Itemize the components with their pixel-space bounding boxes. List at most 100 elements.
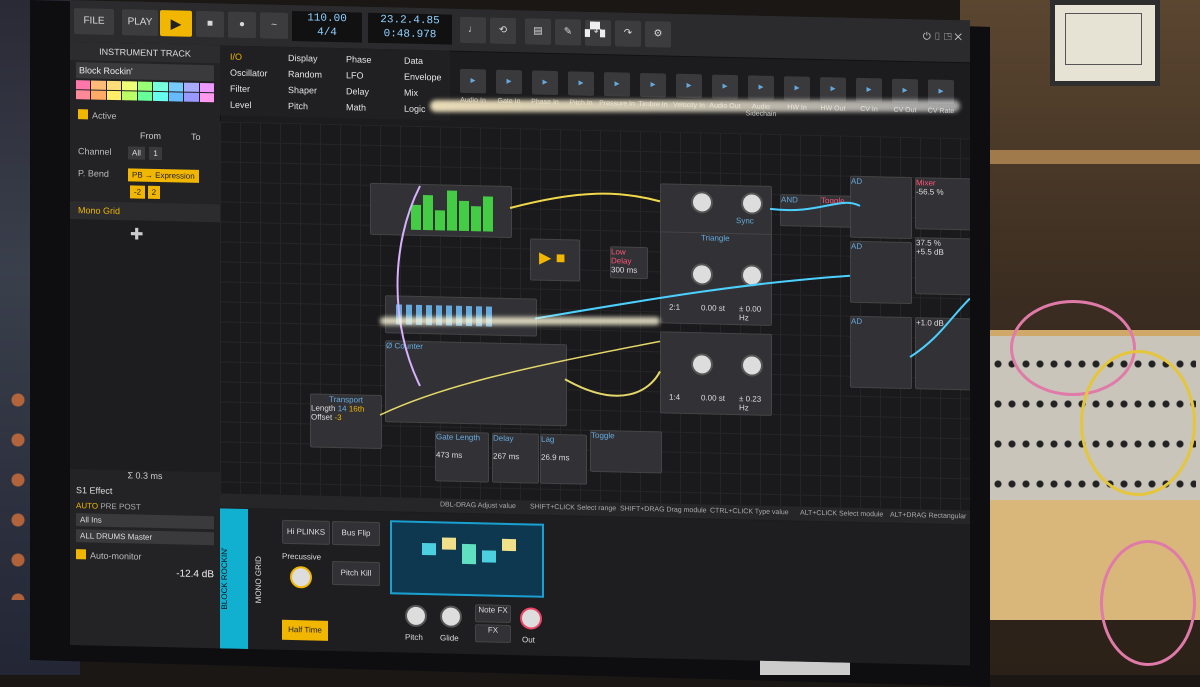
color-swatch[interactable]	[199, 82, 214, 93]
color-swatch[interactable]	[122, 81, 137, 91]
category-tab[interactable]: Logic	[404, 104, 426, 114]
io-module-button[interactable]: ▸	[784, 76, 810, 101]
track-name-field[interactable]: Block Rockin'	[76, 62, 214, 82]
checkbox-icon[interactable]	[78, 108, 88, 120]
effect-track-label: S1 Effect	[76, 485, 113, 496]
auto-monitor-label: Auto-monitor	[90, 550, 142, 562]
io-module-button[interactable]: ▸	[712, 74, 738, 100]
pitch-bend-mapping[interactable]: PB → Expression	[128, 168, 199, 183]
inspector-panel: INSTRUMENT TRACK Block Rockin' Active Fr…	[70, 42, 221, 649]
io-module-button[interactable]: ▸	[460, 68, 486, 94]
patch-grid-canvas[interactable]: ▶ ■ Low Delay 300 ms Sync Triangle 2:1 0.00…	[220, 121, 970, 511]
color-swatch[interactable]	[184, 82, 199, 92]
redo-icon[interactable]: ↷	[615, 20, 641, 47]
loop-icon[interactable]: ⟲	[490, 17, 516, 45]
color-palette[interactable]	[76, 80, 214, 103]
light-reflection	[380, 317, 660, 325]
time-position: 0:48.978	[383, 28, 437, 42]
glide-knob[interactable]	[440, 605, 462, 628]
window-controls-icon[interactable]: ⏻ ▯ ◳ ✕	[923, 31, 962, 43]
color-swatch[interactable]	[199, 92, 214, 103]
record-icon[interactable]: ●	[228, 11, 256, 39]
pitch-kill-button[interactable]: Pitch Kill	[332, 560, 380, 587]
color-swatch[interactable]	[168, 92, 184, 102]
tab-post[interactable]: POST	[119, 502, 141, 511]
category-tab[interactable]: Data	[404, 56, 423, 66]
bitwig-logo-icon: ▞▚	[585, 21, 605, 38]
io-module-button[interactable]: ▸	[676, 73, 702, 99]
category-tab[interactable]: LFO	[346, 70, 364, 80]
category-tab[interactable]: I/O	[230, 52, 242, 62]
pitch-knob[interactable]	[405, 604, 427, 628]
out-label: Out	[522, 635, 535, 645]
output-select[interactable]: ALL DRUMS Master	[76, 529, 214, 546]
add-device-icon[interactable]: ✚	[130, 224, 143, 244]
category-tab[interactable]: Oscillator	[230, 68, 268, 79]
note-fx-button[interactable]: Note FX	[475, 604, 511, 624]
color-swatch[interactable]	[153, 91, 168, 102]
io-module-button[interactable]: ▸	[532, 70, 558, 96]
stop-icon[interactable]: ■	[196, 10, 224, 38]
out-knob[interactable]	[520, 607, 542, 630]
precussive-knob[interactable]	[290, 565, 312, 589]
fx-button[interactable]: FX	[475, 624, 511, 644]
color-swatch[interactable]	[76, 90, 91, 100]
arrange-icon[interactable]: ▤	[525, 18, 551, 45]
half-time-button[interactable]: Half Time	[282, 619, 328, 641]
input-select[interactable]: All Ins	[76, 513, 214, 530]
category-tab[interactable]: Phase	[346, 54, 372, 65]
io-module-button[interactable]: ▸	[568, 71, 594, 96]
category-tab[interactable]: Shaper	[288, 85, 317, 96]
volume-readout: -12.4 dB	[176, 568, 214, 581]
tempo-display[interactable]: 110.00 4/4	[292, 11, 362, 43]
tab-pre[interactable]: PRE	[100, 502, 116, 511]
pitch-bend-min[interactable]: -2	[130, 185, 146, 199]
color-swatch[interactable]	[153, 81, 168, 92]
color-swatch[interactable]	[106, 90, 122, 101]
color-swatch[interactable]	[91, 80, 106, 90]
play-icon[interactable]: ▶	[160, 10, 192, 37]
automation-icon[interactable]: ~	[260, 12, 288, 39]
category-tab[interactable]: Filter	[230, 84, 250, 94]
checkbox-icon[interactable]	[76, 548, 86, 560]
color-swatch[interactable]	[122, 91, 137, 101]
io-module-button[interactable]: ▸	[820, 77, 846, 102]
grid-preview[interactable]	[390, 520, 544, 598]
category-tab[interactable]: Delay	[346, 86, 369, 97]
color-swatch[interactable]	[168, 82, 184, 92]
channel-to-select[interactable]: 1	[149, 146, 162, 161]
play-tab[interactable]: PLAY	[122, 9, 158, 36]
category-tab[interactable]: Random	[288, 69, 322, 80]
category-tab[interactable]: Display	[288, 53, 318, 64]
color-swatch[interactable]	[137, 81, 153, 91]
io-module-button[interactable]: ▸	[748, 75, 774, 100]
bus-flip-button[interactable]: Bus Flip	[332, 520, 380, 547]
color-swatch[interactable]	[76, 80, 91, 90]
category-tab[interactable]: Math	[346, 102, 366, 112]
metronome-icon[interactable]: ♩	[460, 16, 486, 44]
io-module-button[interactable]: ▸	[856, 77, 882, 103]
device-chain-area[interactable]: ✚	[70, 219, 220, 473]
tab-auto[interactable]: AUTO	[76, 501, 98, 511]
color-swatch[interactable]	[106, 80, 122, 91]
settings-icon[interactable]: ⚙	[645, 21, 671, 48]
io-module-button[interactable]: ▸	[640, 72, 666, 98]
category-tab[interactable]: Envelope	[404, 72, 442, 83]
color-swatch[interactable]	[137, 91, 153, 101]
time-signature[interactable]: 4/4	[292, 25, 362, 41]
hi-plinks-button[interactable]: Hi PLINKS	[282, 519, 330, 545]
color-swatch[interactable]	[184, 92, 199, 102]
io-module-button[interactable]: ▸	[604, 72, 630, 97]
device-name-label: MONO GRID	[254, 555, 263, 603]
edit-icon[interactable]: ✎	[555, 19, 581, 46]
io-module-button[interactable]: ▸	[496, 69, 522, 95]
category-tab[interactable]: Level	[230, 100, 252, 110]
file-button[interactable]: FILE	[74, 8, 114, 35]
active-toggle[interactable]: Active	[78, 105, 212, 126]
channel-from-select[interactable]: All	[128, 146, 145, 160]
pitch-bend-max[interactable]: 2	[147, 185, 161, 200]
category-tab[interactable]: Mix	[404, 88, 418, 98]
category-tab[interactable]: Pitch	[288, 101, 308, 111]
color-swatch[interactable]	[91, 90, 106, 100]
channel-label: Channel	[78, 146, 112, 157]
